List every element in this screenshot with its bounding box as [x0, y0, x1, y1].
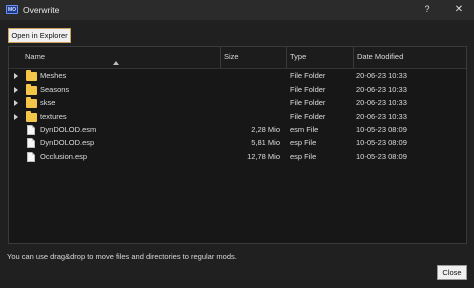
column-divider[interactable]	[286, 47, 287, 68]
tree-row[interactable]: skse File Folder 20-06-23 10:33	[9, 97, 466, 110]
close-window-button[interactable]: ✕	[452, 3, 466, 17]
row-date: 20-06-23 10:33	[356, 71, 407, 80]
row-date: 20-06-23 10:33	[356, 112, 407, 121]
row-type: File Folder	[290, 71, 326, 80]
row-name: DynDOLOD.esm	[40, 125, 97, 134]
column-header: Name Size Type Date Modified	[9, 47, 466, 69]
row-size: 5,81 Mio	[251, 138, 280, 147]
row-type: File Folder	[290, 85, 326, 94]
row-name: Meshes	[40, 71, 67, 80]
expand-arrow-icon[interactable]	[14, 100, 18, 106]
row-name: Seasons	[40, 85, 70, 94]
file-icon	[27, 152, 35, 162]
row-name: DynDOLOD.esp	[40, 138, 95, 147]
folder-icon	[26, 111, 37, 122]
window-title: Overwrite	[23, 5, 60, 15]
tree-row[interactable]: DynDOLOD.esm 2,28 Mio esm File 10-05-23 …	[9, 124, 466, 137]
file-icon	[27, 138, 35, 148]
open-in-explorer-button[interactable]: Open in Explorer	[8, 28, 71, 43]
column-header-date[interactable]: Date Modified	[357, 52, 403, 61]
row-size: 12,78 Mio	[247, 152, 280, 161]
tree-row[interactable]: Meshes File Folder 20-06-23 10:33	[9, 70, 466, 83]
file-icon	[27, 125, 35, 135]
row-date: 10-05-23 08:09	[356, 125, 407, 134]
column-divider[interactable]	[220, 47, 221, 68]
title-bar: MO Overwrite ? ✕	[0, 0, 474, 20]
expand-arrow-icon[interactable]	[14, 114, 18, 120]
row-date: 10-05-23 08:09	[356, 138, 407, 147]
row-name: textures	[40, 112, 67, 121]
row-type: File Folder	[290, 98, 326, 107]
file-tree[interactable]: Name Size Type Date Modified Meshes File…	[8, 46, 467, 244]
row-name: Occlusion.esp	[40, 152, 88, 161]
column-header-type[interactable]: Type	[290, 52, 306, 61]
folder-icon	[26, 84, 37, 95]
folder-icon	[26, 97, 37, 108]
row-date: 20-06-23 10:33	[356, 98, 407, 107]
tree-row[interactable]: Seasons File Folder 20-06-23 10:33	[9, 84, 466, 97]
row-date: 20-06-23 10:33	[356, 85, 407, 94]
folder-icon	[26, 70, 37, 81]
column-header-size[interactable]: Size	[224, 52, 239, 61]
column-header-name[interactable]: Name	[25, 52, 45, 61]
row-type: File Folder	[290, 112, 326, 121]
tree-row[interactable]: Occlusion.esp 12,78 Mio esp File 10-05-2…	[9, 151, 466, 164]
drag-drop-hint: You can use drag&drop to move files and …	[7, 252, 237, 261]
column-divider[interactable]	[353, 47, 354, 68]
row-size: 2,28 Mio	[251, 125, 280, 134]
tree-row[interactable]: DynDOLOD.esp 5,81 Mio esp File 10-05-23 …	[9, 137, 466, 150]
overwrite-dialog: MO Overwrite ? ✕ Open in Explorer Name S…	[0, 0, 474, 288]
row-type: esp File	[290, 152, 317, 161]
expand-arrow-icon[interactable]	[14, 73, 18, 79]
tree-row[interactable]: textures File Folder 20-06-23 10:33	[9, 111, 466, 124]
row-name: skse	[40, 98, 56, 107]
help-button[interactable]: ?	[420, 4, 434, 16]
app-logo-icon: MO	[6, 5, 18, 14]
expand-arrow-icon[interactable]	[14, 87, 18, 93]
row-type: esp File	[290, 138, 317, 147]
row-date: 10-05-23 08:09	[356, 152, 407, 161]
sort-ascending-icon	[113, 61, 119, 65]
close-button[interactable]: Close	[437, 265, 467, 280]
row-type: esm File	[290, 125, 319, 134]
